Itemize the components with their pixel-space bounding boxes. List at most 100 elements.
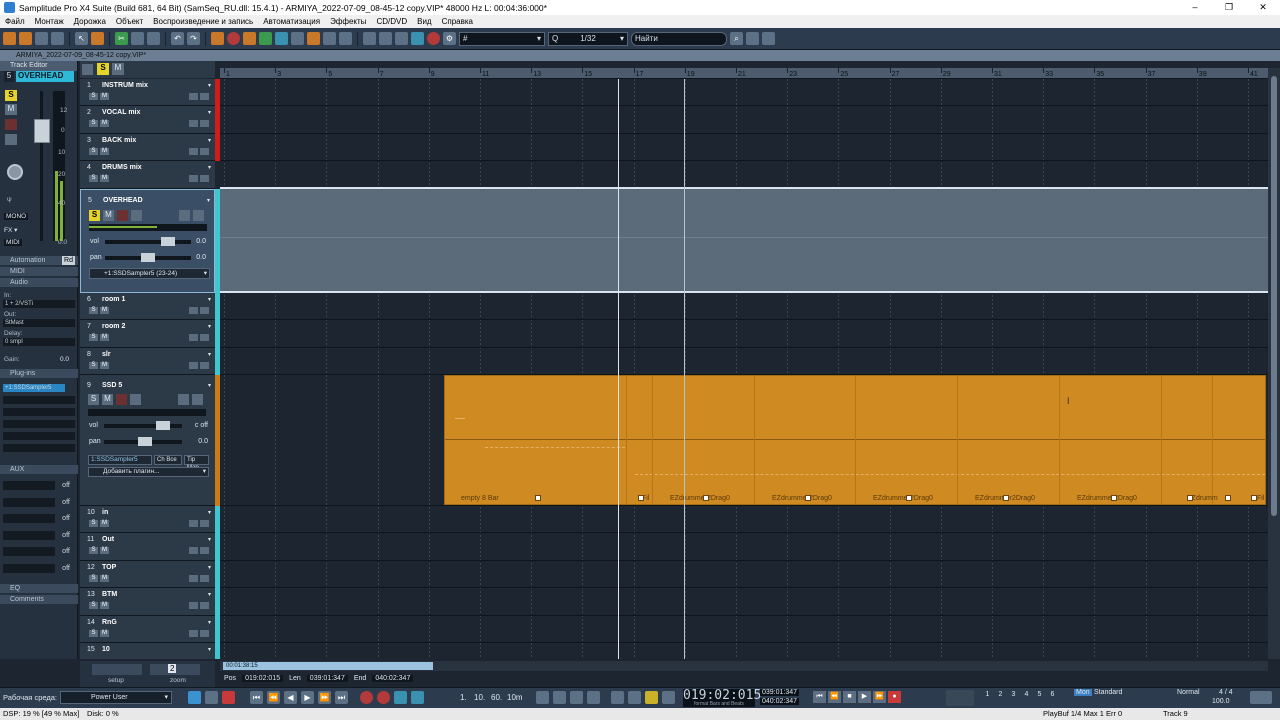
solo-button[interactable]: S <box>89 93 98 100</box>
track-name[interactable]: room 1 <box>102 296 125 303</box>
solo-button[interactable]: S <box>89 307 98 314</box>
loop-icon[interactable] <box>323 32 336 45</box>
track-lane[interactable] <box>220 161 1268 189</box>
mixer-icon[interactable] <box>205 691 218 704</box>
settings-icon[interactable] <box>200 120 209 127</box>
menu-track[interactable]: Дорожка <box>69 17 111 26</box>
monitor-button[interactable] <box>131 210 142 221</box>
zoom-horizontal-icon[interactable] <box>379 32 392 45</box>
menu-help[interactable]: Справка <box>437 17 478 26</box>
track-editor-track-name[interactable]: OVERHEAD <box>16 71 74 82</box>
marker-prev-icon[interactable] <box>394 691 407 704</box>
snap-1[interactable]: 1. <box>460 693 467 702</box>
eq-icon[interactable] <box>259 32 272 45</box>
lock-icon[interactable] <box>189 630 198 637</box>
mute-button[interactable]: M <box>100 120 109 127</box>
object-handle[interactable] <box>1251 495 1257 501</box>
mute-button[interactable]: M <box>100 362 109 369</box>
track-lane[interactable] <box>220 134 1268 161</box>
record-icon[interactable] <box>427 32 440 45</box>
rewind-icon[interactable]: ⏪ <box>267 691 280 704</box>
pan-slider-handle[interactable] <box>138 437 152 446</box>
aux-send-5[interactable]: off <box>3 547 75 556</box>
track-header[interactable]: 15 10 ▾ <box>80 643 215 659</box>
aux-send-1[interactable]: off <box>3 481 75 490</box>
menu-object[interactable]: Объект <box>111 17 148 26</box>
forward-icon[interactable]: ⏩ <box>318 691 331 704</box>
plugin-slot-2[interactable] <box>3 396 75 404</box>
track-menu-icon[interactable]: ▾ <box>208 164 211 171</box>
solo-button[interactable]: S <box>89 210 100 221</box>
audio-object[interactable]: empty 8 Bar Fil EZdrummer2Drag0 EZdrumme… <box>444 375 1266 505</box>
track-menu-icon[interactable]: ▾ <box>207 197 210 204</box>
transport-stop-button[interactable]: ■ <box>843 691 856 703</box>
solo-button[interactable]: S <box>89 575 98 582</box>
settings-icon[interactable] <box>200 520 209 527</box>
track-menu-icon[interactable]: ▾ <box>208 591 211 598</box>
record-arm-button[interactable] <box>5 119 17 130</box>
settings-icon[interactable] <box>200 547 209 554</box>
solo-all-button[interactable]: S <box>97 63 109 75</box>
marker-add-icon[interactable] <box>360 691 373 704</box>
close-button[interactable]: ✕ <box>1246 2 1280 13</box>
transport-play-button[interactable]: ▶ <box>858 691 871 703</box>
menu-montage[interactable]: Монтаж <box>30 17 69 26</box>
volume-fader-handle[interactable] <box>34 119 50 143</box>
track-menu-icon[interactable]: ▾ <box>208 619 211 626</box>
zoom-vertical-icon[interactable] <box>395 32 408 45</box>
track-lane[interactable] <box>220 79 1268 106</box>
track-header[interactable]: 13 BTM ▾ SM <box>80 588 215 616</box>
channel-select[interactable]: Ch Bce <box>154 455 182 465</box>
track-menu-icon[interactable]: ▾ <box>208 536 211 543</box>
in-select[interactable]: 1 + 2/VSTi <box>3 300 75 308</box>
snap-icon[interactable] <box>411 32 424 45</box>
collapse-icon[interactable] <box>82 64 93 75</box>
lock-icon[interactable] <box>179 210 190 221</box>
track-header[interactable]: 4 DRUMS mix ▾ SM <box>80 161 215 189</box>
redo-icon[interactable]: ↷ <box>187 32 200 45</box>
cut-icon[interactable]: ✂ <box>115 32 128 45</box>
lock-icon[interactable] <box>189 175 198 182</box>
menu-automation[interactable]: Автоматизация <box>258 17 325 26</box>
loop-icon[interactable] <box>536 691 549 704</box>
snap-60[interactable]: 60. <box>491 693 502 702</box>
mute-button[interactable]: M <box>103 210 114 221</box>
mute-button[interactable]: M <box>100 175 109 182</box>
mute-button[interactable]: M <box>100 520 109 527</box>
zoom-level[interactable]: 2 <box>168 664 177 673</box>
snap-10[interactable]: 10. <box>474 693 485 702</box>
lock-icon[interactable] <box>189 602 198 609</box>
split-icon[interactable] <box>131 32 144 45</box>
track-lane-selected[interactable] <box>220 187 1268 293</box>
settings-gear-icon[interactable] <box>193 210 204 221</box>
zoom-buttons[interactable]: 2 <box>150 664 200 675</box>
plugin-slot-1[interactable]: +1:SSDSampler5 <box>3 384 65 392</box>
normal-mode[interactable]: Normal <box>1177 689 1200 696</box>
engine-status[interactable] <box>946 690 974 706</box>
solo-button[interactable]: S <box>89 602 98 609</box>
lock-icon[interactable] <box>189 93 198 100</box>
track-header[interactable]: 11 Out ▾ SM <box>80 533 215 561</box>
track-header[interactable]: 2 VOCAL mix ▾ SM <box>80 106 215 134</box>
zoom-icon[interactable] <box>746 32 759 45</box>
pos-value[interactable]: 019:02:015 <box>242 675 284 682</box>
plugin-slot-3[interactable] <box>3 408 75 416</box>
add-plugin-select[interactable]: Добавить плагин... ▾ <box>88 467 209 477</box>
mute-button[interactable]: M <box>100 93 109 100</box>
vol-slider-handle[interactable] <box>156 421 170 430</box>
len-value[interactable]: 039:01:347 <box>306 675 348 682</box>
fade-icon[interactable] <box>227 32 240 45</box>
track-name[interactable]: VOCAL mix <box>102 109 140 116</box>
transport-rewind-button[interactable]: ⏪ <box>828 691 841 703</box>
fx-button[interactable]: FX ▾ <box>4 226 17 234</box>
menu-effects[interactable]: Эффекты <box>325 17 371 26</box>
plugin-slot-5[interactable] <box>3 432 75 440</box>
minimize-button[interactable]: – <box>1178 2 1212 13</box>
window-layout-icon[interactable] <box>1250 691 1272 704</box>
pan-slider[interactable] <box>105 253 191 262</box>
menu-cddvd[interactable]: CD/DVD <box>371 17 412 26</box>
object-handle[interactable] <box>805 495 811 501</box>
object-handle[interactable] <box>1187 495 1193 501</box>
monitor-button[interactable]: Mon <box>1074 689 1092 696</box>
solo-button[interactable]: S <box>89 148 98 155</box>
